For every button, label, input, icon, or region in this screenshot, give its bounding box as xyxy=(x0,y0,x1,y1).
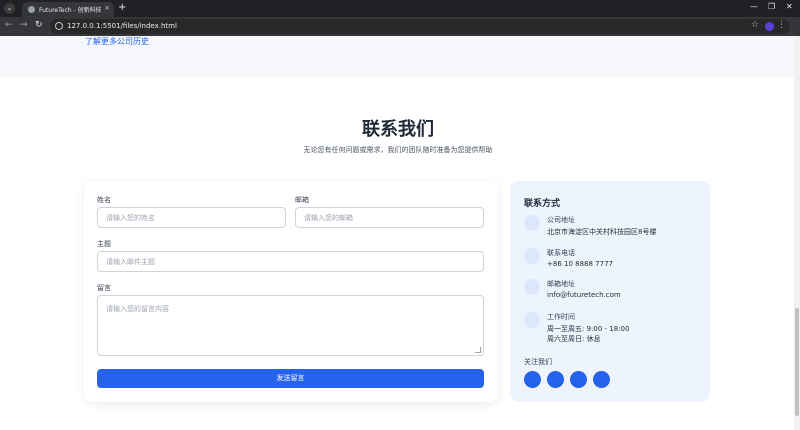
social-weibo-icon[interactable] xyxy=(547,371,564,388)
tab-search-icon[interactable]: ⌄ xyxy=(4,3,15,14)
message-textarea[interactable]: 请输入您的留言内容 xyxy=(97,295,484,356)
info-title: 联系方式 xyxy=(524,199,561,209)
section-subtitle: 无论您有任何问题或需求，我们的团队随时准备为您提供帮助 xyxy=(303,146,493,154)
back-icon[interactable]: ← xyxy=(5,20,13,30)
info-label: 工作时间 xyxy=(547,313,575,321)
email-label: 邮箱 xyxy=(295,196,309,204)
favicon-icon xyxy=(28,6,35,13)
resize-handle-icon[interactable] xyxy=(475,347,481,353)
social-wechat-icon[interactable] xyxy=(524,371,541,388)
location-icon xyxy=(524,215,540,231)
profile-avatar[interactable] xyxy=(765,22,774,31)
menu-kebab-icon[interactable]: ⋮ xyxy=(777,20,786,30)
company-history-link[interactable]: 了解更多公司历史 xyxy=(85,36,149,47)
tab-title: FutureTech - 创新科技引领未来 xyxy=(39,7,101,14)
info-value-secondary: 周六至周日: 休息 xyxy=(547,335,601,343)
info-label: 公司地址 xyxy=(547,216,575,224)
forward-icon[interactable]: → xyxy=(20,20,28,30)
phone-icon xyxy=(524,248,540,264)
message-label: 留言 xyxy=(97,284,111,292)
name-label: 姓名 xyxy=(97,196,111,204)
maximize-icon[interactable]: ❐ xyxy=(768,2,775,11)
email-input[interactable]: 请输入您的邮箱 xyxy=(295,207,484,228)
close-icon[interactable]: × xyxy=(104,4,110,12)
browser-toolbar: ← → ↻ 127.0.0.1:5501/files/index.html ☆ … xyxy=(0,17,800,36)
name-input[interactable]: 请输入您的姓名 xyxy=(97,207,286,228)
section-title: 联系我们 xyxy=(362,119,434,140)
info-value: 北京市海淀区中关村科技园区8号楼 xyxy=(547,228,657,236)
url-text[interactable]: 127.0.0.1:5501/files/index.html xyxy=(67,22,177,30)
scrollbar-thumb[interactable] xyxy=(795,308,799,416)
bookmark-star-icon[interactable]: ☆ xyxy=(751,20,759,30)
submit-message-button[interactable]: 发送留言 xyxy=(97,369,484,388)
subject-input[interactable]: 请输入邮件主题 xyxy=(97,251,484,272)
browser-tab[interactable]: FutureTech - 创新科技引领未来 × xyxy=(22,2,114,17)
window-close-icon[interactable]: ✕ xyxy=(786,2,793,11)
info-label: 邮箱地址 xyxy=(547,280,575,288)
follow-label: 关注我们 xyxy=(524,358,552,366)
contact-info-card: 联系方式 公司地址 北京市海淀区中关村科技园区8号楼 联系电话 +86 10 8… xyxy=(510,181,710,402)
browser-tab-bar: ⌄ FutureTech - 创新科技引领未来 × + — ❐ ✕ xyxy=(0,0,800,17)
clock-icon xyxy=(524,312,540,328)
social-linkedin-icon[interactable] xyxy=(570,371,587,388)
page-scrollbar[interactable] xyxy=(794,36,800,430)
mail-icon xyxy=(524,279,540,295)
info-label: 联系电话 xyxy=(547,249,575,257)
reload-icon[interactable]: ↻ xyxy=(35,20,43,30)
message-placeholder: 请输入您的留言内容 xyxy=(106,305,169,313)
previous-section-strip: 了解更多公司历史 xyxy=(0,36,800,77)
contact-form-card: 姓名 请输入您的姓名 邮箱 请输入您的邮箱 主题 请输入邮件主题 留言 请输入您… xyxy=(84,181,498,402)
new-tab-icon[interactable]: + xyxy=(118,2,126,13)
minimize-icon[interactable]: — xyxy=(750,2,758,11)
info-value: info@futuretech.com xyxy=(547,291,621,299)
site-info-icon[interactable] xyxy=(55,22,63,30)
subject-label: 主题 xyxy=(97,240,111,248)
info-value: +86 10 8888 7777 xyxy=(547,260,613,268)
social-github-icon[interactable] xyxy=(593,371,610,388)
info-value: 周一至周五: 9:00 - 18:00 xyxy=(547,325,630,333)
address-bar[interactable]: 127.0.0.1:5501/files/index.html ☆ ⋮ xyxy=(50,19,790,34)
